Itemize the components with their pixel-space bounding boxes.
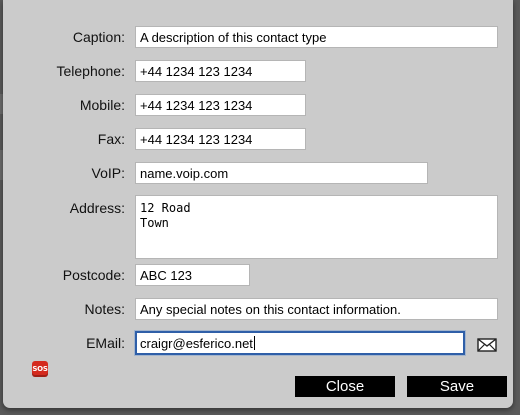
mobile-field[interactable]: +44 1234 123 1234	[135, 94, 306, 116]
contact-type-dialog: Caption: A description of this contact t…	[3, 0, 513, 408]
envelope-icon[interactable]	[477, 337, 497, 353]
mobile-label: Mobile:	[79, 97, 125, 113]
sos-icon[interactable]: SOS	[32, 361, 48, 377]
save-button[interactable]: Save	[407, 376, 507, 397]
email-value: craigr@esferico.net	[140, 336, 253, 351]
voip-label: VoIP:	[91, 165, 125, 181]
caption-label: Caption:	[72, 29, 125, 45]
telephone-label: Telephone:	[56, 63, 125, 79]
telephone-field[interactable]: +44 1234 123 1234	[135, 60, 306, 82]
fax-label: Fax:	[97, 131, 125, 147]
close-button[interactable]: Close	[295, 376, 395, 397]
address-label: Address:	[69, 200, 125, 216]
fax-field[interactable]: +44 1234 123 1234	[135, 128, 306, 150]
postcode-field[interactable]: ABC 123	[135, 264, 250, 286]
notes-label: Notes:	[84, 301, 125, 317]
email-field[interactable]: craigr@esferico.net	[135, 331, 465, 355]
voip-field[interactable]: name.voip.com	[135, 162, 428, 184]
postcode-label: Postcode:	[62, 267, 125, 283]
email-label: EMail:	[86, 335, 125, 351]
address-textarea[interactable]: 12 Road Town	[135, 195, 498, 259]
text-caret	[253, 336, 255, 350]
caption-field[interactable]: A description of this contact type	[135, 26, 498, 48]
notes-field[interactable]: Any special notes on this contact inform…	[135, 298, 498, 320]
